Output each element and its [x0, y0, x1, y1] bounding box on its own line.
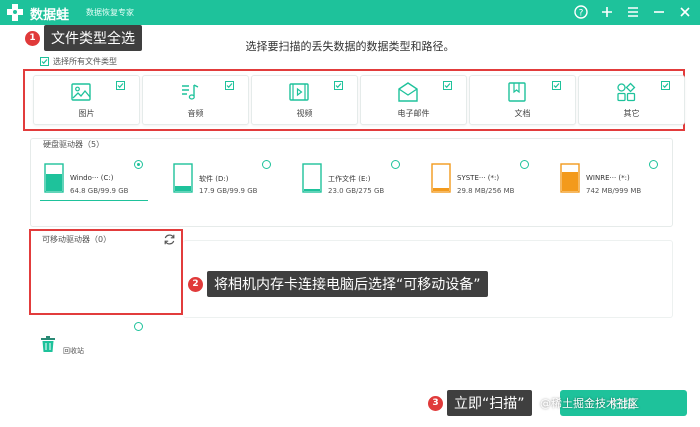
drive-icon	[173, 163, 193, 193]
hard-drives-title: 硬盘驱动器（5）	[43, 140, 105, 149]
menu-icon[interactable]	[624, 3, 642, 21]
file-type-label: 音频	[187, 109, 204, 118]
image-icon	[71, 83, 91, 101]
annotation-number: 1	[25, 30, 40, 46]
selected-drive-underline	[40, 200, 148, 201]
app-subtitle: 数据恢复专家	[86, 8, 134, 17]
drive-icon	[431, 163, 451, 193]
recycle-bin-label[interactable]: 回收站	[63, 346, 84, 356]
annotation-1: 1 文件类型全选	[25, 25, 142, 51]
annotation-number: 3	[428, 395, 443, 411]
checkbox-icon[interactable]	[661, 81, 670, 90]
minimize-icon[interactable]	[650, 3, 668, 21]
removable-drives-title: 可移动驱动器（0）	[42, 235, 112, 244]
file-type-label: 其它	[623, 109, 640, 118]
annotation-3: 3 立即“扫描”	[428, 390, 532, 416]
drive-radio[interactable]	[391, 160, 400, 169]
drive-name: Windo··· (C:)	[70, 174, 114, 182]
app-logo-icon	[7, 4, 23, 21]
file-type-label: 电子邮件	[397, 109, 430, 118]
checkbox-icon[interactable]	[40, 57, 49, 66]
file-type-other[interactable]: 其它	[578, 75, 685, 125]
annotation-number: 2	[188, 276, 203, 292]
help-icon[interactable]: ?	[572, 3, 590, 21]
drive-item[interactable]: WINRE··· (*:) 742 MB/999 MB	[560, 160, 680, 200]
file-type-label: 图片	[78, 109, 95, 118]
trash-icon[interactable]	[40, 336, 56, 353]
file-type-label: 视频	[296, 109, 313, 118]
drive-icon	[560, 163, 580, 193]
plus-icon[interactable]	[598, 3, 616, 21]
file-type-document[interactable]: 文档	[469, 75, 576, 125]
drive-radio[interactable]	[520, 160, 529, 169]
watermark: @稀土掘金技术社区	[540, 397, 639, 410]
drive-size: 742 MB/999 MB	[586, 187, 642, 195]
drive-radio[interactable]	[262, 160, 271, 169]
drive-item[interactable]: SYSTE··· (*:) 29.8 MB/256 MB	[431, 160, 551, 200]
close-icon[interactable]	[676, 3, 694, 21]
drive-icon	[44, 163, 64, 193]
svg-text:?: ?	[579, 9, 584, 19]
drive-item[interactable]: Windo··· (C:) 64.8 GB/99.9 GB	[44, 160, 164, 200]
app-name: 数据蛙	[30, 8, 70, 23]
file-type-audio[interactable]: 音频	[142, 75, 249, 125]
drive-size: 29.8 MB/256 MB	[457, 187, 515, 195]
annotation-label: 立即“扫描”	[447, 390, 532, 416]
other-icon	[617, 82, 636, 102]
checkbox-icon[interactable]	[552, 81, 561, 90]
file-type-video[interactable]: 视频	[251, 75, 358, 125]
email-icon	[398, 82, 418, 102]
file-type-label: 文档	[514, 109, 531, 118]
checkbox-icon[interactable]	[443, 81, 452, 90]
video-icon	[289, 83, 309, 101]
drive-size: 64.8 GB/99.9 GB	[70, 187, 129, 195]
select-all-label: 选择所有文件类型	[53, 57, 117, 66]
annotation-label: 将相机内存卡连接电脑后选择“可移动设备”	[207, 271, 488, 297]
title-bar: 数据蛙 数据恢复专家 ?	[0, 0, 700, 25]
removable-radio[interactable]	[134, 322, 143, 331]
checkbox-icon[interactable]	[225, 81, 234, 90]
drive-name: SYSTE··· (*:)	[457, 174, 500, 182]
annotation-label: 文件类型全选	[44, 25, 142, 51]
file-type-email[interactable]: 电子邮件	[360, 75, 467, 125]
drive-item[interactable]: 工作文件 (E:) 23.0 GB/275 GB	[302, 160, 422, 200]
drive-name: 工作文件 (E:)	[328, 175, 371, 183]
refresh-icon[interactable]	[163, 233, 176, 246]
drive-name: 软件 (D:)	[199, 175, 229, 183]
select-all-checkbox[interactable]: 选择所有文件类型	[40, 56, 117, 67]
drive-size: 23.0 GB/275 GB	[328, 187, 385, 195]
file-type-image[interactable]: 图片	[33, 75, 140, 125]
drive-radio[interactable]	[649, 160, 658, 169]
drive-item[interactable]: 软件 (D:) 17.9 GB/99.9 GB	[173, 160, 293, 200]
annotation-2: 2 将相机内存卡连接电脑后选择“可移动设备”	[188, 271, 488, 297]
checkbox-icon[interactable]	[334, 81, 343, 90]
music-icon	[182, 84, 199, 100]
checkbox-icon[interactable]	[116, 81, 125, 90]
drive-name: WINRE··· (*:)	[586, 174, 630, 182]
drive-size: 17.9 GB/99.9 GB	[199, 187, 258, 195]
document-icon	[508, 82, 526, 102]
drive-radio[interactable]	[134, 160, 143, 169]
drive-icon	[302, 163, 322, 193]
